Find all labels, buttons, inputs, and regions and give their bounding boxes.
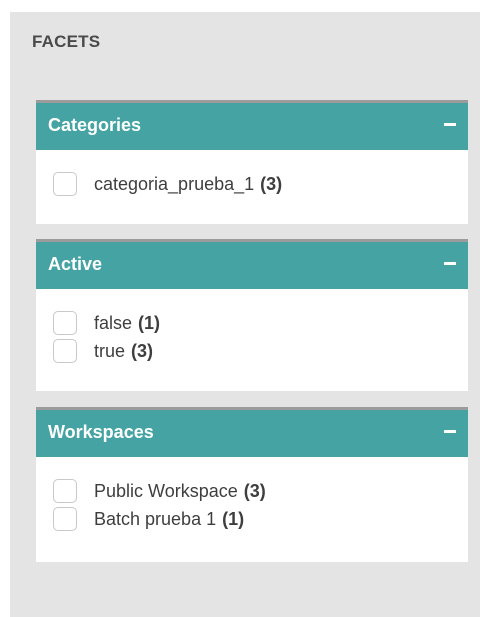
option-label: false (94, 312, 133, 333)
facet-title: Workspaces (48, 422, 154, 442)
facet-header-active[interactable]: Active (36, 239, 468, 289)
facet-option-categoria-prueba-1[interactable]: categoria_prueba_1 (3) (53, 170, 468, 198)
checkbox[interactable] (53, 339, 77, 363)
facet-option-batch-prueba-1[interactable]: Batch prueba 1 (1) (53, 505, 468, 533)
option-count: (1) (222, 508, 245, 529)
minus-icon[interactable] (444, 430, 456, 433)
facet-options: Public Workspace (3) Batch prueba 1 (1) (36, 457, 468, 533)
option-label: true (94, 340, 126, 361)
minus-icon[interactable] (444, 262, 456, 265)
facet-option-false[interactable]: false (1) (53, 309, 468, 337)
checkbox[interactable] (53, 479, 77, 503)
facet-active: Active false (1) true (3) (36, 239, 468, 391)
facet-categories: Categories categoria_prueba_1 (3) (36, 100, 468, 224)
facet-option-true[interactable]: true (3) (53, 337, 468, 365)
option-label: Batch prueba 1 (94, 508, 217, 529)
minus-icon[interactable] (444, 123, 456, 126)
checkbox[interactable] (53, 507, 77, 531)
facet-workspaces: Workspaces Public Workspace (3) Batch pr… (36, 407, 468, 562)
facet-options: false (1) true (3) (36, 289, 468, 365)
facets-panel: FACETS Categories categoria_prueba_1 (3)… (10, 12, 480, 617)
facet-title: Active (48, 254, 103, 274)
option-label: Public Workspace (94, 480, 238, 501)
option-count: (3) (243, 480, 266, 501)
option-count: (3) (131, 340, 154, 361)
option-label: categoria_prueba_1 (94, 173, 255, 194)
facet-option-public-workspace[interactable]: Public Workspace (3) (53, 477, 468, 505)
facet-header-categories[interactable]: Categories (36, 100, 468, 150)
panel-title: FACETS (32, 32, 101, 51)
facet-options: categoria_prueba_1 (3) (36, 150, 468, 198)
facet-header-workspaces[interactable]: Workspaces (36, 407, 468, 457)
checkbox[interactable] (53, 311, 77, 335)
option-count: (1) (138, 312, 161, 333)
option-count: (3) (260, 173, 283, 194)
facet-title: Categories (48, 115, 142, 135)
checkbox[interactable] (53, 172, 77, 196)
